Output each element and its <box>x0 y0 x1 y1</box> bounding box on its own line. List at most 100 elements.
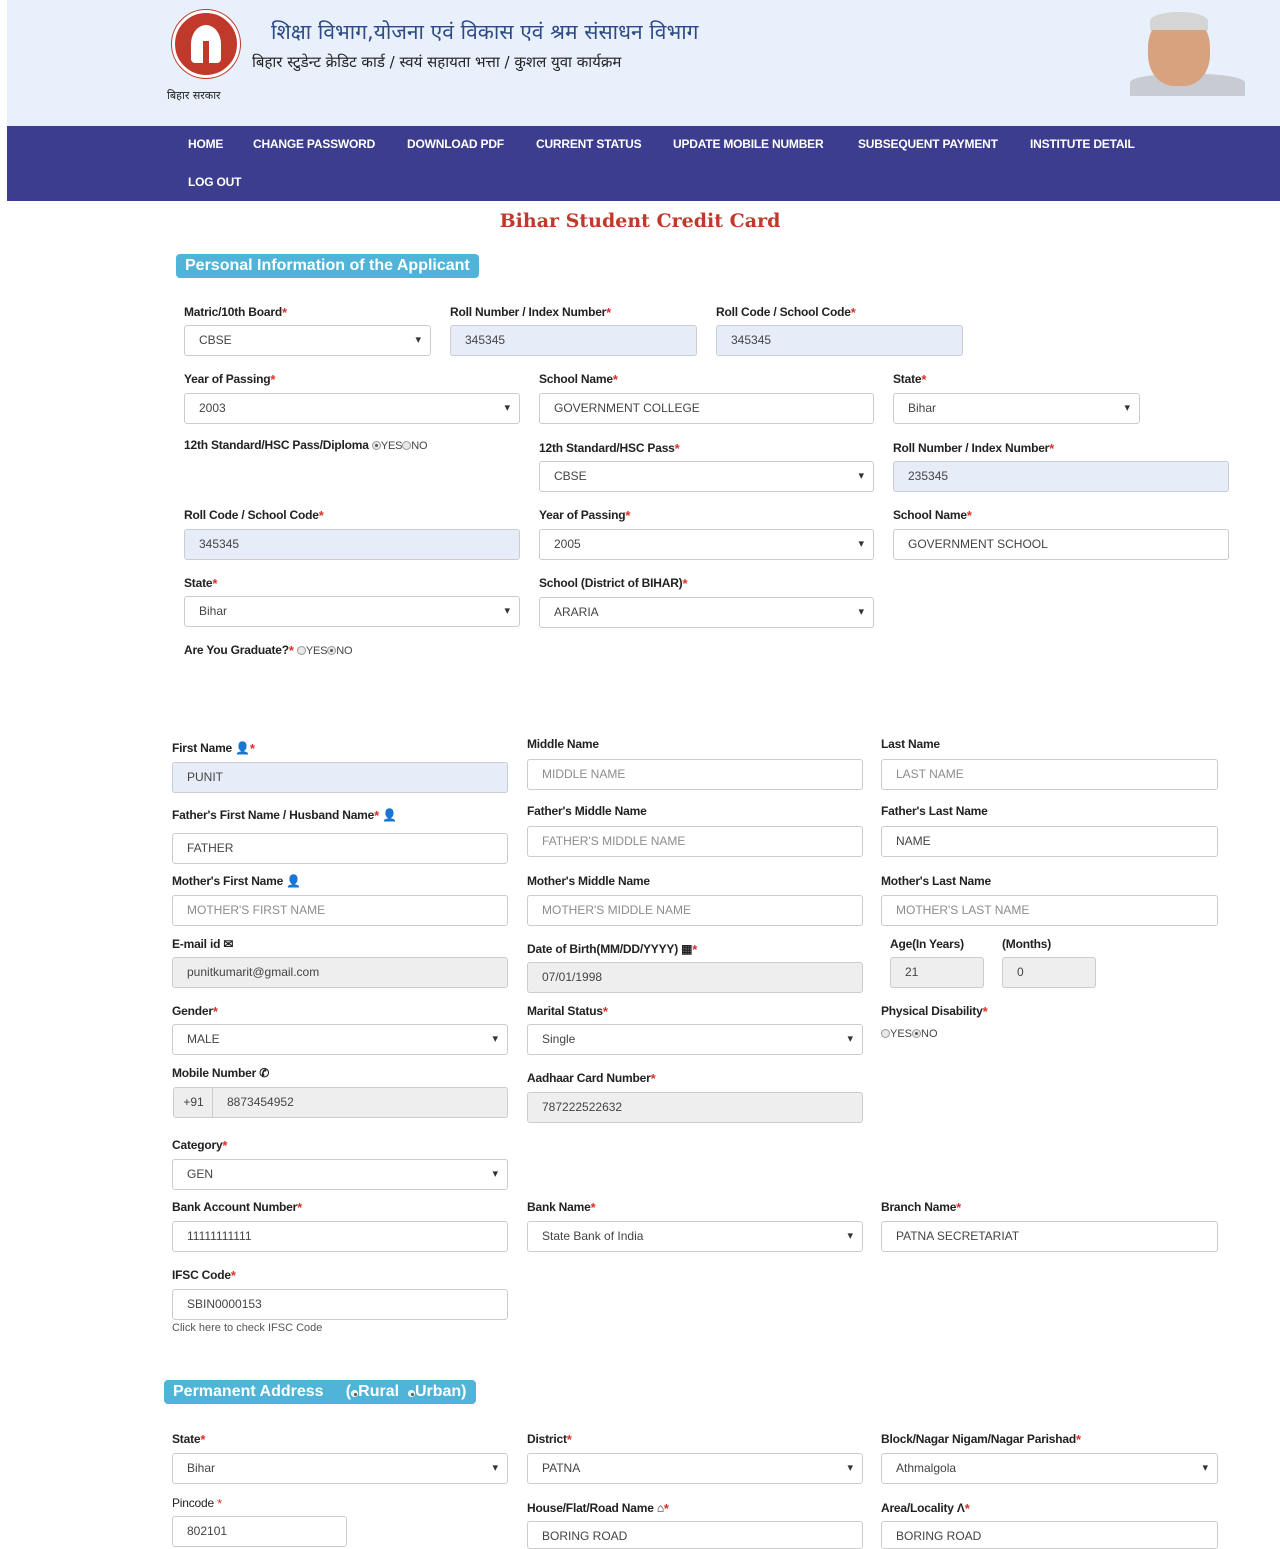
urban-radio[interactable] <box>407 1390 415 1397</box>
hsc-roll-code-input[interactable]: 345345 <box>184 529 520 560</box>
house-label: House/Flat/Road Name ⌂* <box>527 1501 669 1516</box>
hsc-yes-radio[interactable] <box>371 441 381 450</box>
check-ifsc-link[interactable]: Click here to check IFSC Code <box>172 1322 322 1334</box>
pincode-input[interactable]: 802101 <box>172 1516 347 1547</box>
last-name-input[interactable]: LAST NAME <box>881 759 1218 790</box>
hsc-roll-code-label: Roll Code / School Code* <box>184 508 324 523</box>
graduate-yes-radio[interactable] <box>296 646 306 655</box>
disability-yes-radio[interactable] <box>881 1029 890 1038</box>
address-district-select[interactable]: PATNA <box>527 1453 863 1484</box>
age-years-input[interactable]: 21 <box>890 957 984 988</box>
hsc-pass-label: 12th Standard/HSC Pass* <box>539 441 680 456</box>
marital-status-label: Marital Status* <box>527 1004 608 1019</box>
school-district-select[interactable]: ARARIA <box>539 597 874 628</box>
hsc-state-select[interactable]: Bihar <box>184 596 520 627</box>
calendar-icon: ▦ <box>681 942 693 956</box>
ifsc-input[interactable]: SBIN0000153 <box>172 1289 508 1320</box>
first-name-label: First Name 👤* <box>172 741 255 756</box>
disability-no-radio[interactable] <box>912 1029 922 1038</box>
bank-account-input[interactable]: 11111111111 <box>172 1221 508 1252</box>
middle-name-label: Middle Name <box>527 737 599 751</box>
department-title: शिक्षा विभाग,योजना एवं विकास एवं श्रम सं… <box>271 20 699 44</box>
state-label: State* <box>893 372 927 387</box>
site-header: बिहार सरकार शिक्षा विभाग,योजना एवं विकास… <box>7 0 1280 126</box>
category-label: Category* <box>172 1138 228 1153</box>
hsc-pass-select[interactable]: CBSE <box>539 461 874 492</box>
first-name-input[interactable]: PUNIT <box>172 762 508 793</box>
bank-name-label: Bank Name* <box>527 1200 596 1215</box>
last-name-label: Last Name <box>881 737 940 751</box>
user-icon: 👤 <box>286 874 301 888</box>
matric-board-select[interactable]: CBSE <box>184 325 431 356</box>
nav-current-status[interactable]: CURRENT STATUS <box>536 137 642 151</box>
ifsc-label: IFSC Code* <box>172 1268 236 1283</box>
father-last-name-input[interactable]: NAME <box>881 826 1218 857</box>
emblem-caption: बिहार सरकार <box>167 89 221 102</box>
bank-name-select[interactable]: State Bank of India <box>527 1221 863 1252</box>
hsc-year-select[interactable]: 2005 <box>539 529 874 560</box>
marital-status-select[interactable]: Single <box>527 1024 863 1055</box>
dob-input[interactable]: 07/01/1998 <box>527 962 863 993</box>
nav-update-mobile-number[interactable]: UPDATE MOBILE NUMBER <box>673 137 824 151</box>
user-icon: 👤 <box>382 808 397 822</box>
permanent-address-heading: Permanent Address (Rural Urban) <box>164 1380 476 1404</box>
home-icon: ⌂ <box>656 1501 664 1515</box>
aadhaar-input[interactable]: 787222522632 <box>527 1092 863 1123</box>
email-input[interactable]: punitkumarit@gmail.com <box>172 957 508 988</box>
disability-radio-group: YES NO <box>881 1028 938 1040</box>
nav-log-out[interactable]: LOG OUT <box>188 175 241 189</box>
school-name-input[interactable]: GOVERNMENT COLLEGE <box>539 393 874 424</box>
hsc-year-label: Year of Passing* <box>539 508 631 523</box>
hsc-question-label: 12th Standard/HSC Pass/Diploma YES NO <box>184 438 428 452</box>
hsc-roll-number-label: Roll Number / Index Number* <box>893 441 1055 456</box>
area-label: Area/Locality Λ* <box>881 1501 970 1516</box>
roll-number-input[interactable]: 345345 <box>450 325 697 356</box>
roll-code-label: Roll Code / School Code* <box>716 305 856 320</box>
email-label: E-mail id ✉ <box>172 937 234 951</box>
roll-code-input[interactable]: 345345 <box>716 325 963 356</box>
mother-first-name-label: Mother's First Name 👤 <box>172 874 301 888</box>
branch-name-input[interactable]: PATNA SECRETARIAT <box>881 1221 1218 1252</box>
area-input[interactable]: BORING ROAD <box>881 1521 1218 1549</box>
nav-home[interactable]: HOME <box>188 137 223 151</box>
year-of-passing-label: Year of Passing* <box>184 372 276 387</box>
house-input[interactable]: BORING ROAD <box>527 1521 863 1549</box>
hsc-school-name-input[interactable]: GOVERNMENT SCHOOL <box>893 529 1229 560</box>
department-subtitle: बिहार स्टुडेन्ट क्रेडिट कार्ड / स्वयं सह… <box>252 53 622 71</box>
mobile-input[interactable]: 8873454952 <box>212 1087 508 1118</box>
phone-icon: ✆ <box>259 1066 270 1080</box>
nav-subsequent-payment[interactable]: SUBSEQUENT PAYMENT <box>858 137 998 151</box>
graduate-question-label: Are You Graduate?* YES NO <box>184 643 353 658</box>
hsc-radio-group: YES NO <box>371 440 428 452</box>
pincode-label: Pincode * <box>172 1496 222 1511</box>
matric-board-label: Matric/10th Board* <box>184 305 287 320</box>
nav-institute-detail[interactable]: INSTITUTE DETAIL <box>1030 137 1135 151</box>
chief-minister-portrait <box>1130 12 1245 96</box>
year-of-passing-select[interactable]: 2003 <box>184 393 520 424</box>
gender-select[interactable]: MALE <box>172 1024 508 1055</box>
school-district-label: School (District of BIHAR)* <box>539 576 688 591</box>
user-icon: 👤 <box>235 741 250 755</box>
mother-last-name-input[interactable]: MOTHER'S LAST NAME <box>881 895 1218 926</box>
dob-label: Date of Birth(MM/DD/YYYY) ▦* <box>527 942 698 957</box>
category-select[interactable]: GEN <box>172 1159 508 1190</box>
hsc-no-radio[interactable] <box>402 441 412 450</box>
hsc-roll-number-input[interactable]: 235345 <box>893 461 1229 492</box>
mother-first-name-input[interactable]: MOTHER'S FIRST NAME <box>172 895 508 926</box>
middle-name-input[interactable]: MIDDLE NAME <box>527 759 863 790</box>
mobile-label: Mobile Number ✆ <box>172 1066 270 1080</box>
address-block-label: Block/Nagar Nigam/Nagar Parishad* <box>881 1432 1081 1447</box>
state-select[interactable]: Bihar <box>893 393 1140 424</box>
father-last-name-label: Father's Last Name <box>881 804 988 818</box>
address-state-select[interactable]: Bihar <box>172 1453 508 1484</box>
age-months-input[interactable]: 0 <box>1002 957 1096 988</box>
nav-change-password[interactable]: CHANGE PASSWORD <box>253 137 375 151</box>
address-block-select[interactable]: Athmalgola <box>881 1453 1218 1484</box>
nav-download-pdf[interactable]: DOWNLOAD PDF <box>407 137 504 151</box>
mother-middle-name-input[interactable]: MOTHER'S MIDDLE NAME <box>527 895 863 926</box>
father-middle-name-input[interactable]: FATHER'S MIDDLE NAME <box>527 826 863 857</box>
graduate-no-radio[interactable] <box>327 646 337 655</box>
mother-last-name-label: Mother's Last Name <box>881 874 991 888</box>
father-first-name-input[interactable]: FATHER <box>172 833 508 864</box>
gender-label: Gender* <box>172 1004 218 1019</box>
